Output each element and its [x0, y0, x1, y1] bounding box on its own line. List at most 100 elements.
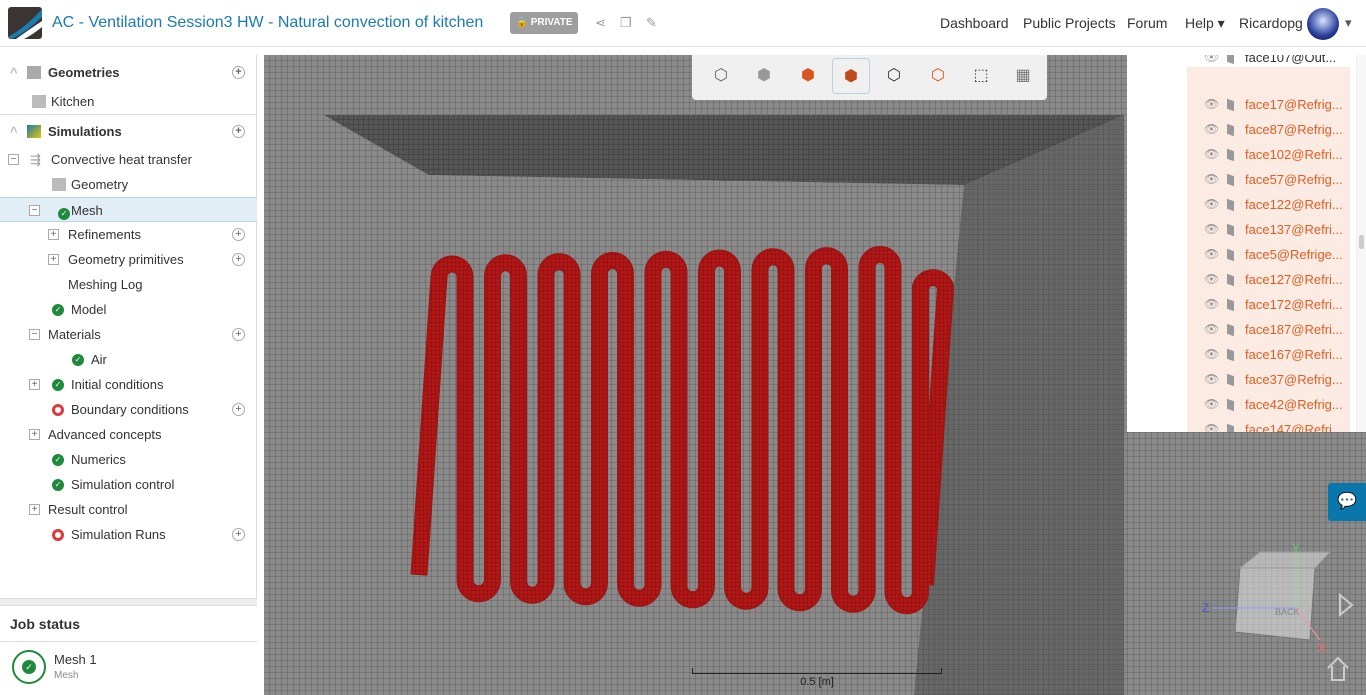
expand-icon[interactable]: +: [48, 229, 59, 240]
eye-icon[interactable]: 👁: [1204, 55, 1219, 70]
wireframe-view-icon[interactable]: ⬡: [702, 58, 740, 94]
select-edge-icon[interactable]: ⬡: [919, 58, 957, 94]
rotate-right-icon[interactable]: [1339, 592, 1354, 618]
face-item[interactable]: 👁 face102@Refri...: [1187, 142, 1350, 167]
eye-icon[interactable]: 👁: [1204, 242, 1219, 267]
face-icon: [1227, 373, 1234, 387]
face-item[interactable]: 👁 face57@Refrig...: [1187, 167, 1350, 192]
eye-icon[interactable]: 👁: [1204, 367, 1219, 392]
face-icon: [1227, 248, 1234, 262]
scrollbar[interactable]: [1356, 55, 1366, 432]
collapse-icon[interactable]: −: [8, 154, 19, 165]
add-refinement-button[interactable]: +: [232, 228, 245, 241]
select-face-icon[interactable]: ⬢: [832, 58, 870, 94]
cube-face-label: BACK: [1275, 607, 1300, 617]
select-node-icon[interactable]: ⬡: [875, 58, 913, 94]
geometries-icon: [27, 66, 41, 79]
face-item[interactable]: 👁 face17@Refrig...: [1187, 92, 1350, 117]
share-icon[interactable]: ⋖: [595, 15, 606, 31]
select-volume-icon[interactable]: ⬢: [789, 58, 827, 94]
eye-icon[interactable]: 👁: [1204, 267, 1219, 292]
box-select-icon[interactable]: ⬚: [962, 58, 1000, 94]
tree-simulation-runs[interactable]: Simulation Runs +: [0, 522, 257, 547]
add-material-button[interactable]: +: [232, 328, 245, 341]
tree-advanced-concepts[interactable]: + Advanced concepts: [0, 422, 257, 447]
eye-icon[interactable]: 👁: [1204, 417, 1219, 432]
expand-icon[interactable]: +: [48, 254, 59, 265]
eye-icon[interactable]: 👁: [1204, 392, 1219, 417]
tree-numerics[interactable]: ✓ Numerics: [0, 447, 257, 472]
simscale-logo[interactable]: [8, 7, 42, 39]
tree-kitchen[interactable]: Kitchen: [0, 89, 257, 114]
face-item[interactable]: 👁 face42@Refrig...: [1187, 392, 1350, 417]
face-item[interactable]: 👁 face107@Out...: [1187, 55, 1350, 70]
check-icon: ✓: [52, 454, 64, 466]
tree-initial-conditions[interactable]: + ✓ Initial conditions: [0, 372, 257, 397]
tree-geometries[interactable]: ^ Geometries +: [0, 60, 257, 85]
tree-geometry[interactable]: Geometry: [0, 172, 257, 197]
eye-icon[interactable]: 👁: [1204, 317, 1219, 342]
home-icon[interactable]: [1327, 656, 1349, 681]
add-primitive-button[interactable]: +: [232, 253, 245, 266]
face-item[interactable]: 👁 face147@Refri...: [1187, 417, 1350, 432]
tree-result-control[interactable]: + Result control: [0, 497, 257, 522]
chevron-down-icon[interactable]: ▾: [1345, 15, 1352, 31]
tree-boundary-conditions[interactable]: Boundary conditions +: [0, 397, 257, 422]
eye-icon[interactable]: 👁: [1204, 342, 1219, 367]
label: Model: [71, 302, 107, 317]
face-item[interactable]: 👁 face127@Refri...: [1187, 267, 1350, 292]
tree-meshing-log[interactable]: Meshing Log: [0, 272, 257, 297]
mesh-view-icon[interactable]: ▦: [1004, 58, 1042, 94]
expand-icon[interactable]: +: [29, 429, 40, 440]
tree-air[interactable]: ✓ Air: [0, 347, 257, 372]
expand-icon[interactable]: +: [29, 379, 40, 390]
tree-refinements[interactable]: + Refinements +: [0, 222, 257, 247]
face-item[interactable]: 👁 face5@Refrige...: [1187, 242, 1350, 267]
error-icon: [52, 529, 64, 541]
collapse-icon[interactable]: −: [29, 205, 40, 216]
panel-resize-handle[interactable]: [0, 598, 257, 605]
face-item[interactable]: 👁 face172@Refri...: [1187, 292, 1350, 317]
user-name[interactable]: Ricardopg: [1239, 15, 1303, 31]
chat-button[interactable]: 💬: [1328, 483, 1366, 521]
expand-icon[interactable]: +: [29, 504, 40, 515]
add-geometry-button[interactable]: +: [232, 66, 245, 79]
avatar[interactable]: [1307, 8, 1339, 40]
add-simulation-button[interactable]: +: [232, 125, 245, 138]
eye-icon[interactable]: 👁: [1204, 167, 1219, 192]
add-boundary-button[interactable]: +: [232, 403, 245, 416]
tree-simulations[interactable]: ^ Simulations +: [0, 119, 257, 144]
tree-simulation-control[interactable]: ✓ Simulation control: [0, 472, 257, 497]
copy-icon[interactable]: ❐: [620, 15, 632, 31]
eye-icon[interactable]: 👁: [1204, 142, 1219, 167]
tree-materials[interactable]: − Materials +: [0, 322, 257, 347]
edit-icon[interactable]: ✎: [646, 15, 657, 31]
eye-icon[interactable]: 👁: [1204, 217, 1219, 242]
collapse-icon[interactable]: −: [29, 329, 40, 340]
nav-help[interactable]: Help ▾: [1185, 15, 1225, 32]
face-item[interactable]: 👁 face37@Refrig...: [1187, 367, 1350, 392]
face-item[interactable]: 👁 face187@Refri...: [1187, 317, 1350, 342]
eye-icon[interactable]: 👁: [1204, 192, 1219, 217]
eye-icon[interactable]: 👁: [1204, 92, 1219, 117]
face-icon: [1227, 98, 1234, 112]
eye-icon[interactable]: 👁: [1204, 117, 1219, 142]
tree-convective-heat-transfer[interactable]: − ⇶ Convective heat transfer: [0, 147, 257, 172]
view-cube[interactable]: BACK X Y Z: [1200, 540, 1366, 690]
coil-mesh[interactable]: [412, 247, 953, 613]
solid-view-icon[interactable]: ⬢: [745, 58, 783, 94]
add-run-button[interactable]: +: [232, 528, 245, 541]
face-item[interactable]: 👁 face122@Refri...: [1187, 192, 1350, 217]
face-item[interactable]: 👁 face87@Refrig...: [1187, 117, 1350, 142]
face-item[interactable]: 👁 face167@Refri...: [1187, 342, 1350, 367]
tree-geometry-primitives[interactable]: + Geometry primitives +: [0, 247, 257, 272]
eye-icon[interactable]: 👁: [1204, 292, 1219, 317]
job-name[interactable]: Mesh 1: [54, 652, 97, 667]
nav-dashboard[interactable]: Dashboard: [940, 15, 1009, 31]
nav-public-projects[interactable]: Public Projects: [1023, 15, 1116, 31]
face-label: face187@Refri...: [1245, 322, 1343, 337]
face-item[interactable]: 👁 face137@Refri...: [1187, 217, 1350, 242]
nav-forum[interactable]: Forum: [1127, 15, 1167, 31]
tree-mesh[interactable]: − ✓ Mesh: [0, 197, 257, 222]
tree-model[interactable]: ✓ Model: [0, 297, 257, 322]
